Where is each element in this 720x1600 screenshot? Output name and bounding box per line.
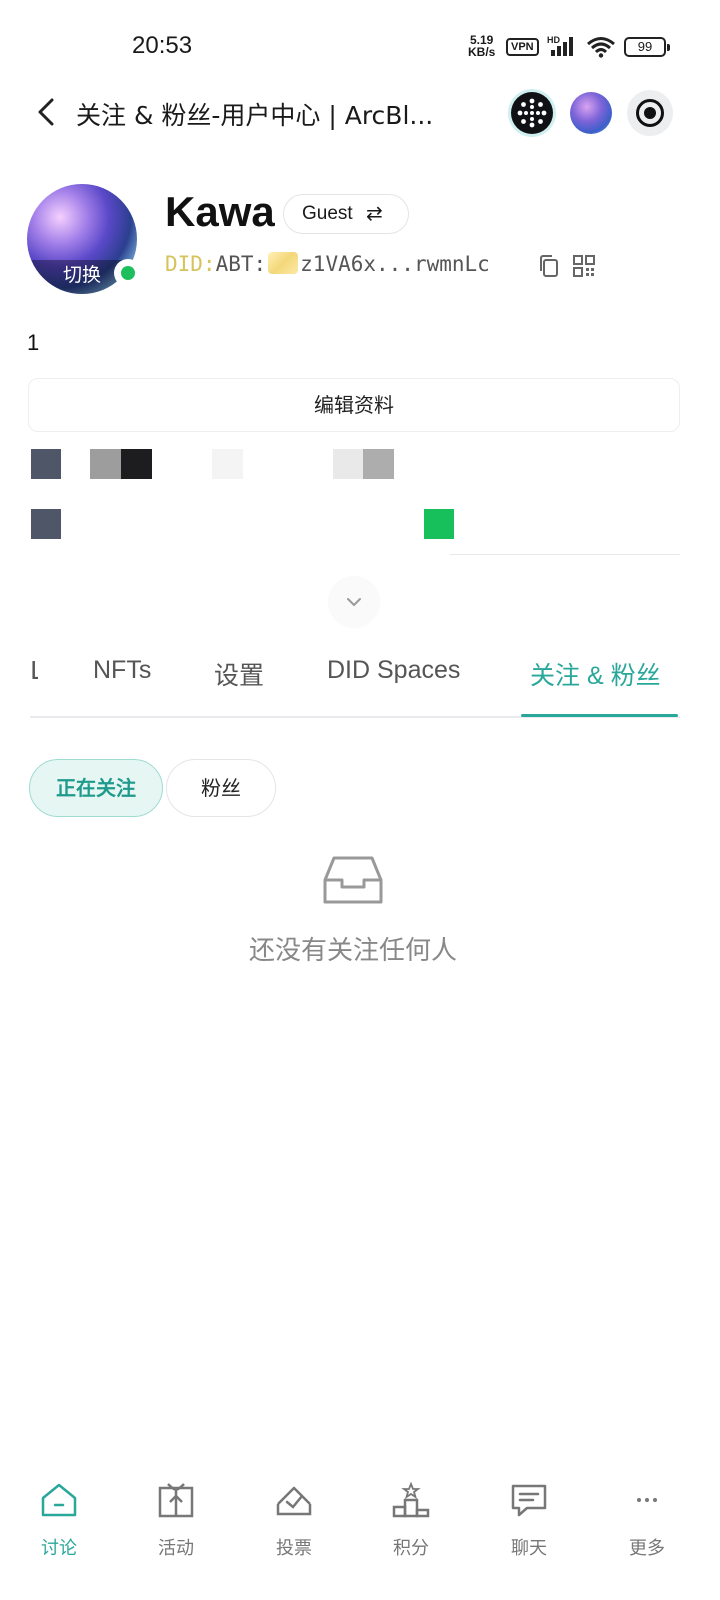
vpn-badge: VPN	[506, 38, 539, 56]
gift-icon	[158, 1483, 194, 1518]
nav-vote[interactable]: 投票	[244, 1476, 344, 1586]
obscured-block	[31, 509, 61, 539]
tab-did-spaces[interactable]: DID Spaces	[327, 656, 460, 685]
obscured-block	[212, 449, 243, 479]
obscured-block	[121, 449, 152, 479]
nav-label: 讨论	[41, 1538, 77, 1559]
tab-nfts[interactable]: NFTs	[93, 656, 151, 685]
nav-label: 聊天	[511, 1538, 547, 1559]
tab-settings[interactable]: 设置	[214, 656, 264, 692]
home-icon	[41, 1483, 77, 1517]
tab-clipped[interactable]: L	[30, 656, 38, 685]
copy-icon[interactable]	[538, 254, 560, 278]
nav-chat[interactable]: 聊天	[479, 1476, 579, 1586]
role-label: Guest	[302, 203, 353, 224]
nav-label: 活动	[158, 1538, 194, 1559]
swap-icon: ⇄	[366, 203, 383, 225]
chat-icon	[511, 1484, 547, 1517]
podium-icon	[392, 1482, 430, 1518]
grid-dots-icon	[517, 98, 547, 128]
did-avatar-chip	[268, 252, 299, 274]
active-tab-indicator	[521, 714, 678, 717]
header-avatar[interactable]	[570, 92, 612, 134]
nav-label: 积分	[393, 1538, 429, 1559]
nav-more[interactable]: 更多	[597, 1476, 697, 1586]
svg-text:HD: HD	[547, 35, 560, 45]
back-arrow-icon[interactable]	[30, 94, 64, 130]
vote-icon	[276, 1486, 312, 1516]
net-speed: 5.19 KB/s	[468, 33, 496, 59]
status-time: 20:53	[132, 32, 193, 59]
nav-label: 更多	[629, 1538, 665, 1559]
following-toggle[interactable]: 正在关注	[29, 759, 163, 817]
page-title: 关注 & 粉丝-用户中心 | ArcBl...	[76, 101, 434, 130]
nav-label: 投票	[276, 1538, 312, 1559]
wifi-icon	[587, 37, 615, 58]
online-status-dot	[114, 259, 142, 287]
signal-icon: HD	[547, 35, 573, 56]
obscured-block	[363, 449, 394, 479]
dapp-menu-button[interactable]	[511, 92, 553, 134]
obscured-block	[90, 449, 121, 479]
fans-toggle[interactable]: 粉丝	[166, 759, 276, 817]
divider	[450, 554, 680, 555]
did-address: z1VA6x...rwmnLc	[300, 252, 490, 276]
record-button[interactable]	[627, 90, 673, 136]
top-app-bar: 关注 & 粉丝-用户中心 | ArcBl...	[0, 80, 720, 144]
profile-count: 1	[27, 330, 40, 355]
role-switch-button[interactable]: Guest ⇄	[283, 194, 409, 234]
obscured-block	[333, 449, 363, 479]
tab-follow-fans[interactable]: 关注 & 粉丝	[530, 656, 661, 692]
obscured-block	[31, 449, 61, 479]
did-chain: ABT:	[215, 252, 267, 276]
status-bar: 20:53 5.19 KB/s VPN HD 99	[0, 0, 720, 80]
nav-points[interactable]: 积分	[361, 1476, 461, 1586]
nav-discuss[interactable]: 讨论	[9, 1476, 109, 1586]
chevron-down-icon	[347, 598, 361, 607]
record-dot-icon	[644, 107, 656, 119]
did-prefix: DID:	[165, 252, 216, 276]
nav-activities[interactable]: 活动	[126, 1476, 226, 1586]
empty-state-message: 还没有关注任何人	[248, 936, 457, 966]
did-address-row: DID:ABT: z1VA6x...rwmnLc	[165, 252, 490, 280]
expand-button[interactable]	[328, 576, 380, 628]
battery-indicator: 99	[624, 37, 670, 57]
obscured-block	[424, 509, 454, 539]
profile-username: Kawa	[165, 188, 275, 235]
qr-code-icon[interactable]	[572, 254, 596, 278]
edit-profile-button[interactable]: 编辑资料	[28, 378, 680, 432]
more-icon	[637, 1498, 657, 1502]
inbox-empty-icon	[323, 856, 383, 904]
